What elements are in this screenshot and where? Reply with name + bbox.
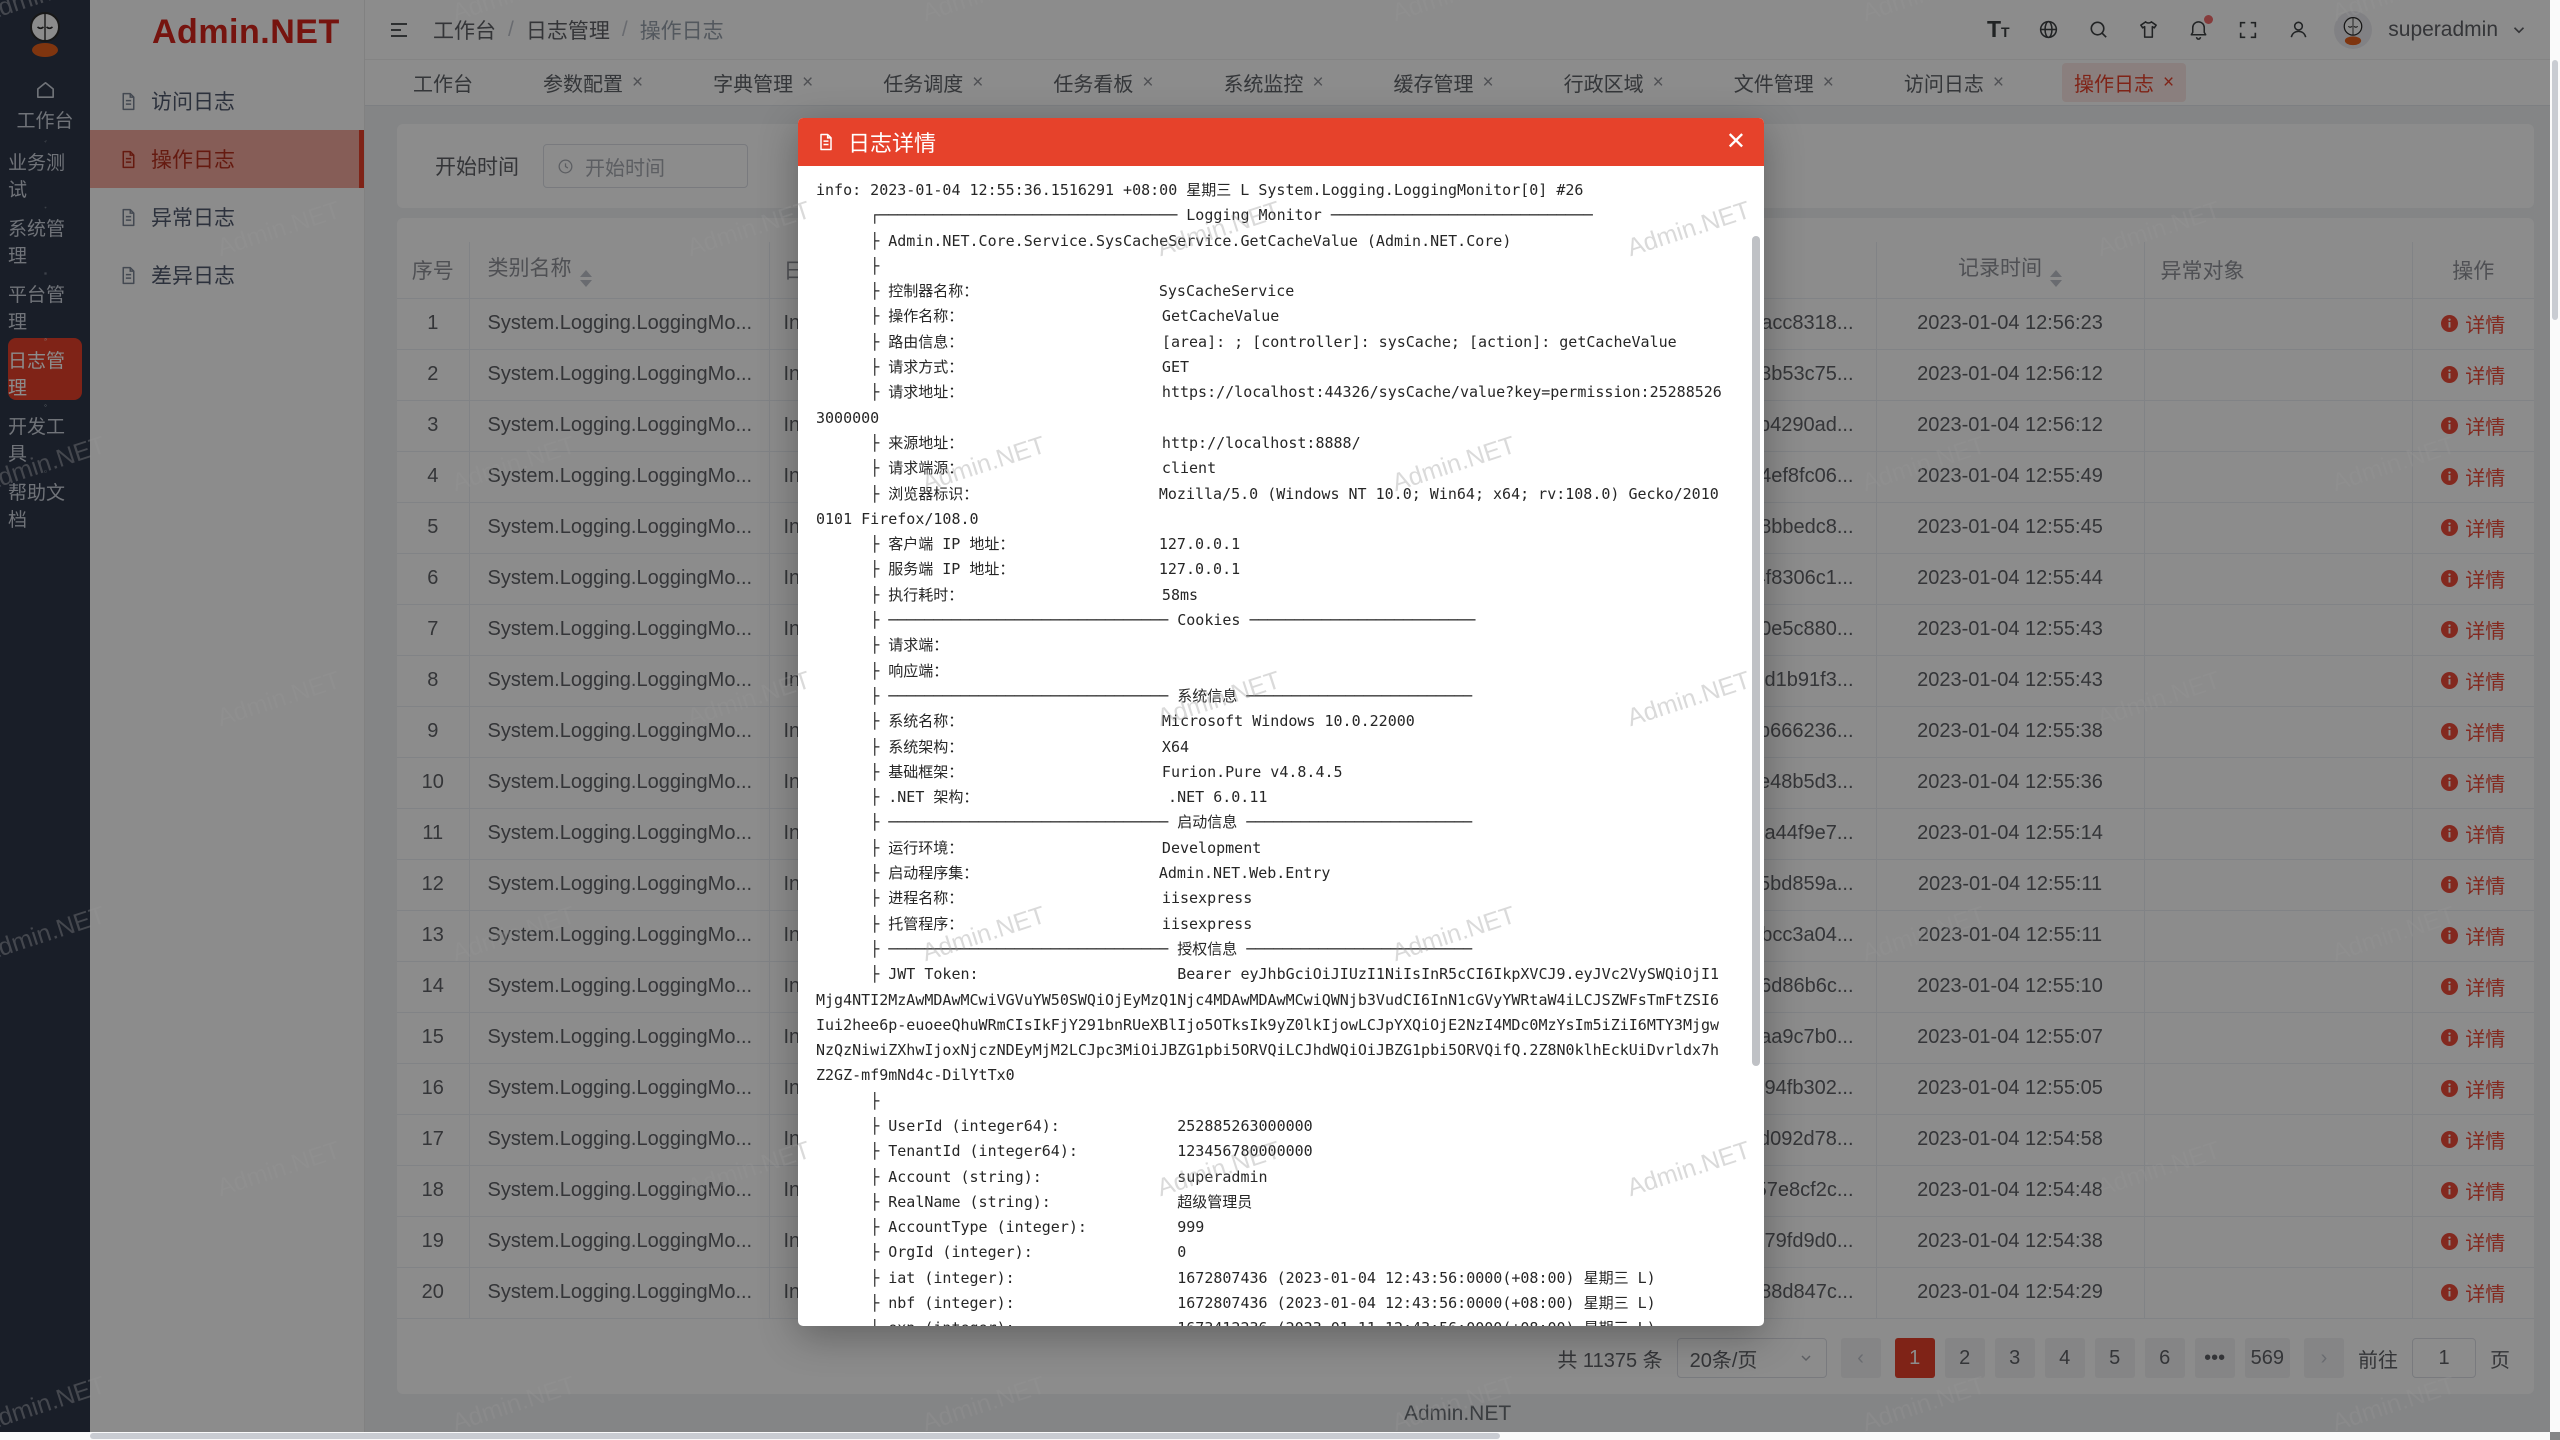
log-detail-text: info: 2023-01-04 12:55:36.1516291 +08:00… bbox=[798, 166, 1744, 1326]
document-icon bbox=[816, 131, 836, 153]
app-root: 工作台 业务测试 系统管理 平台管理 日志管理 开发工具 帮助文档 bbox=[0, 0, 2560, 1440]
dialog-body: info: 2023-01-04 12:55:36.1516291 +08:00… bbox=[798, 166, 1764, 1326]
horizontal-scrollbar-thumb[interactable] bbox=[90, 1433, 1500, 1439]
dialog-scrollbar[interactable] bbox=[1752, 236, 1760, 1066]
horizontal-scrollbar[interactable] bbox=[0, 1432, 2550, 1440]
close-icon[interactable]: ✕ bbox=[1726, 130, 1746, 154]
vertical-scrollbar-thumb[interactable] bbox=[2552, 60, 2558, 320]
vertical-scrollbar[interactable] bbox=[2550, 0, 2560, 1432]
dialog-title: 日志详情 bbox=[848, 126, 936, 158]
log-detail-dialog: 日志详情 ✕ info: 2023-01-04 12:55:36.1516291… bbox=[798, 118, 1764, 1326]
dialog-header: 日志详情 ✕ bbox=[798, 118, 1764, 166]
